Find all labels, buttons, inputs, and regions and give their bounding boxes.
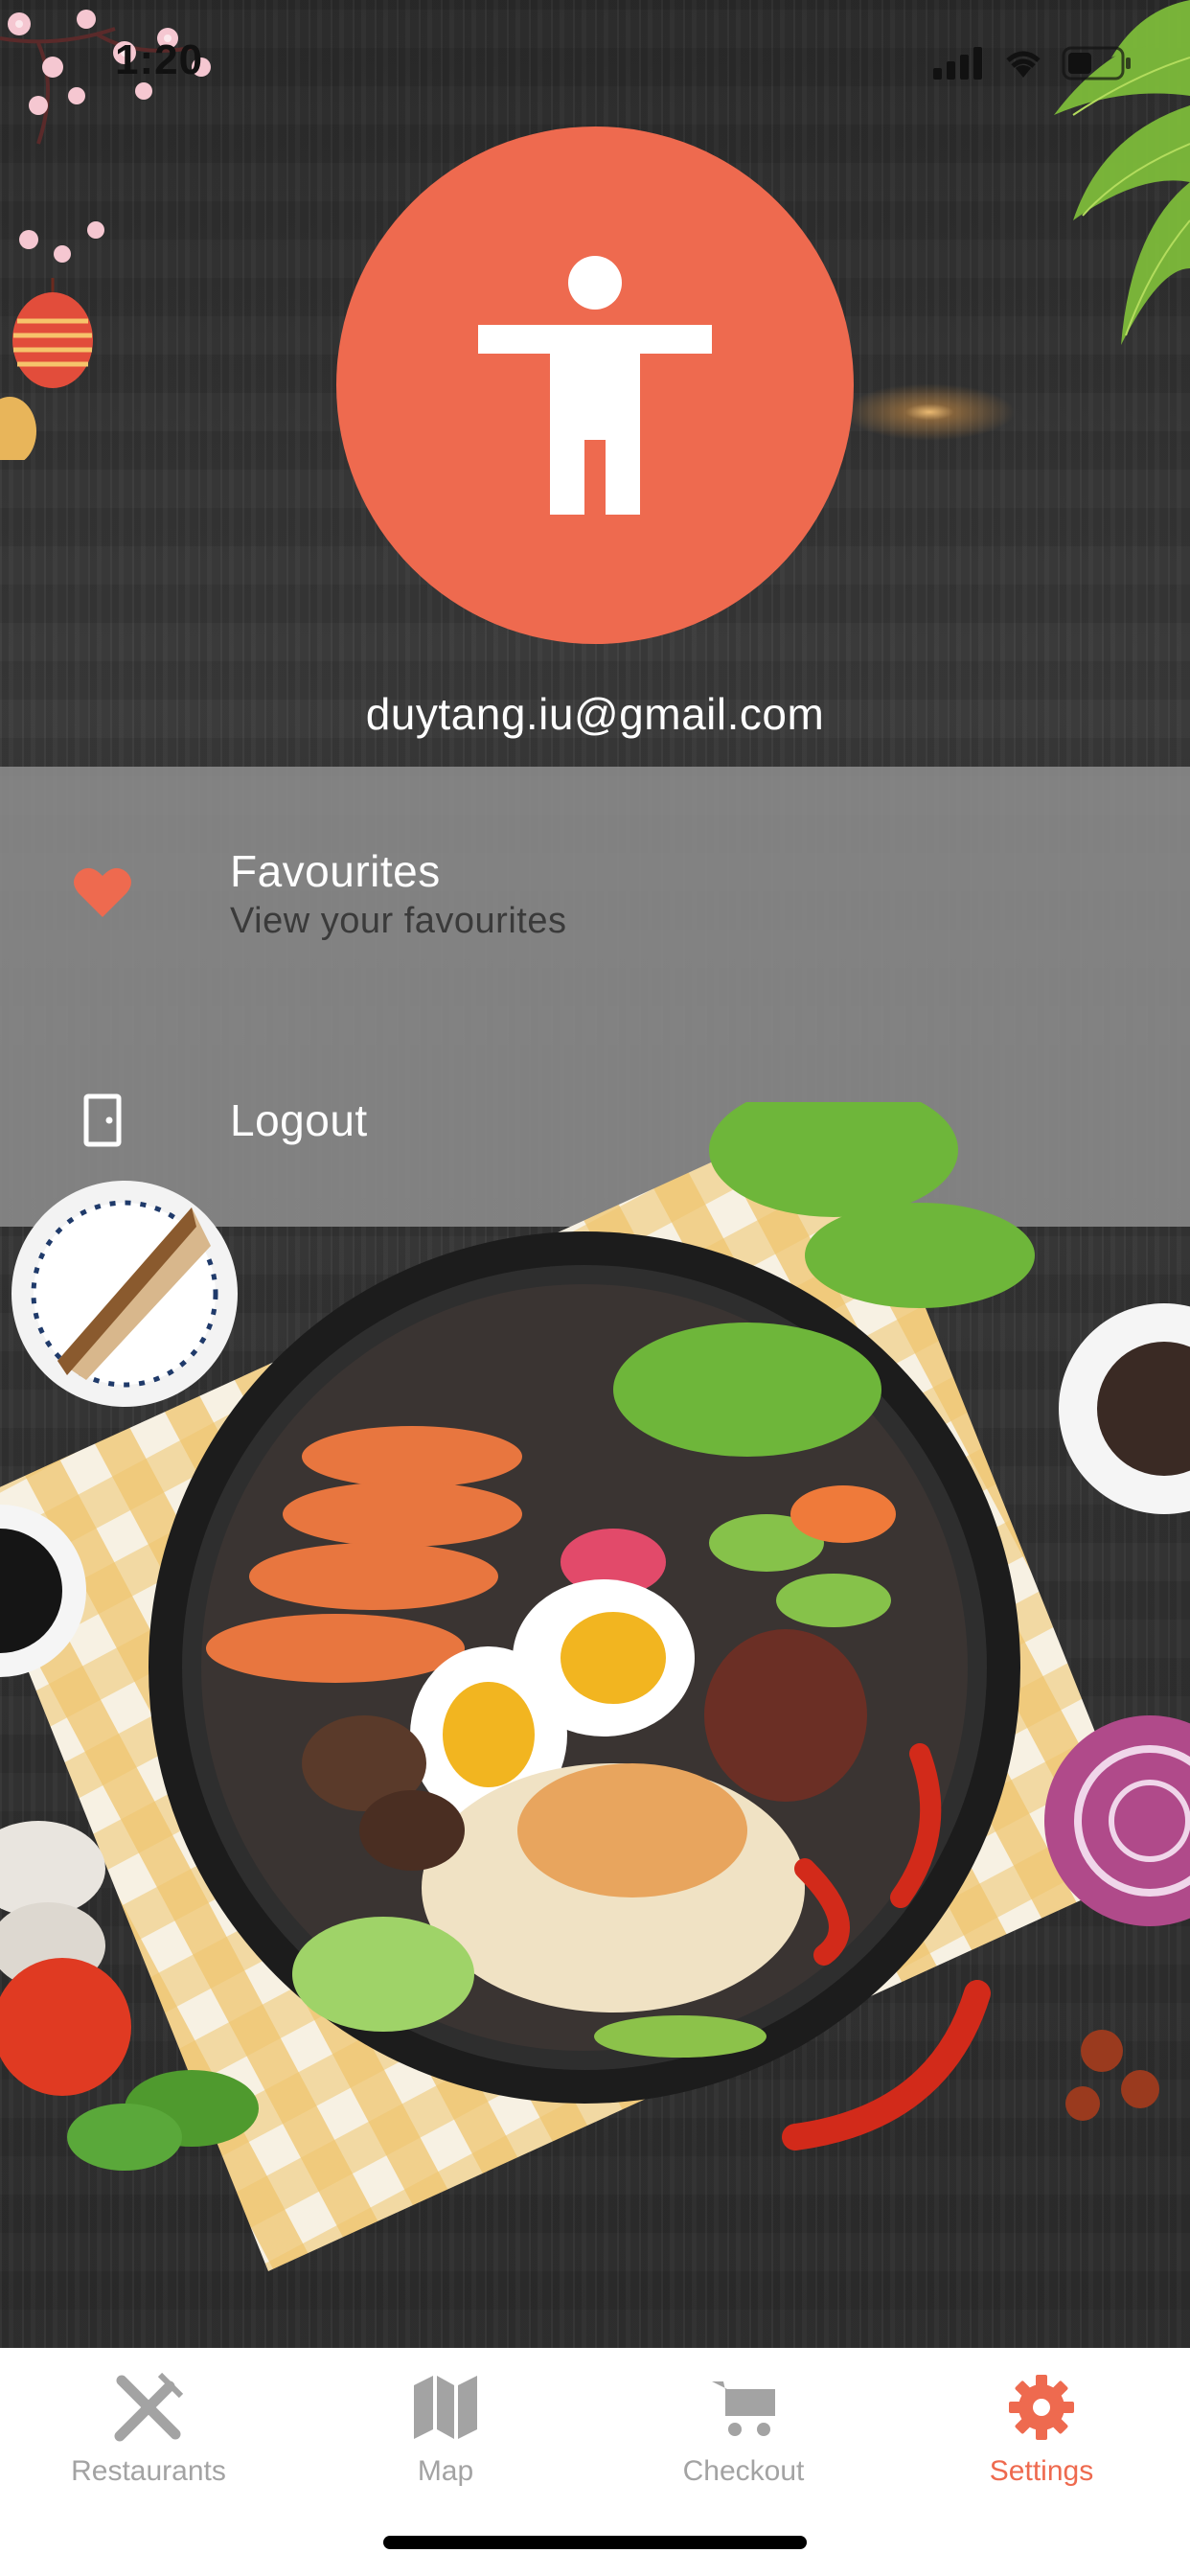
gear-icon [893,2369,1190,2446]
tab-checkout-label: Checkout [682,2455,805,2487]
heart-icon [69,859,136,926]
tab-map[interactable]: Map [297,2348,594,2511]
food-illustration [0,1102,1190,2271]
favourites-subtitle: View your favourites [230,901,567,941]
status-icons [933,46,1133,80]
accessibility-person-icon [478,256,712,515]
tab-bar: Restaurants Map Checkout Settings [0,2348,1190,2576]
tab-map-label: Map [417,2455,474,2487]
tab-checkout[interactable]: Checkout [595,2348,892,2511]
home-indicator[interactable] [383,2536,807,2549]
fork-knife-icon [0,2369,297,2446]
favourites-title: Favourites [230,846,441,896]
tab-settings[interactable]: Settings [893,2348,1190,2511]
tab-restaurants-label: Restaurants [71,2455,226,2487]
cart-icon [595,2369,892,2446]
favourites-menu-item[interactable]: Favourites View your favourites [0,767,1190,1016]
lantern-decoration [0,278,93,460]
status-time: 1:20 [115,36,204,83]
profile-avatar[interactable] [336,126,854,644]
tab-settings-label: Settings [989,2455,1094,2487]
battery-icon [1062,46,1131,80]
settings-screen: 1:20 duytang.iu@gmail.com Favourites Vie… [0,0,1190,2576]
map-icon [297,2369,594,2446]
status-bar: 1:20 [0,0,1190,125]
light-flare [843,383,1016,441]
cellular-signal-icon [933,47,982,80]
wifi-icon [1006,51,1041,78]
user-email: duytang.iu@gmail.com [365,689,825,739]
tab-restaurants[interactable]: Restaurants [0,2348,297,2511]
